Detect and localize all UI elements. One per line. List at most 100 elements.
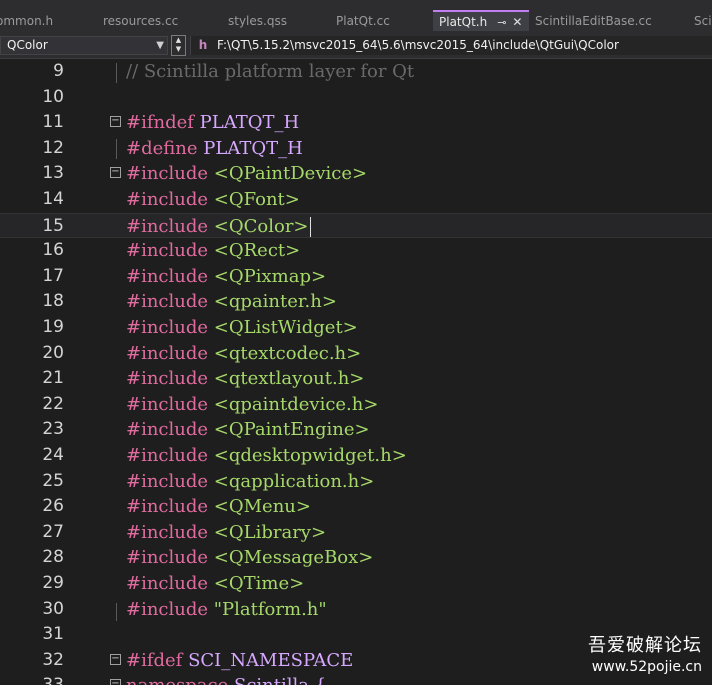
line-number: 17 xyxy=(42,265,64,286)
code-text: #define PLATQT_H xyxy=(126,136,303,161)
tab-label: Sci xyxy=(694,14,712,28)
code-text: #include <QPaintDevice> xyxy=(126,161,367,186)
code-text: #include <QTime> xyxy=(126,571,304,596)
watermark: 吾爱破解论坛 www.52pojie.cn xyxy=(588,631,702,675)
class-dropdown-value: QColor xyxy=(7,38,48,52)
include-target: <QFont> xyxy=(213,189,300,210)
code-editor[interactable]: 9 // Scintilla platform layer for Qt 10 11 −… xyxy=(0,59,712,685)
line-number: 24 xyxy=(42,445,64,465)
tab-platqt-h[interactable]: PlatQt.h ⊸ ✕ xyxy=(433,10,529,31)
code-line[interactable]: 10 xyxy=(0,85,712,111)
include-target: <qtextlayout.h> xyxy=(213,368,365,390)
code-line[interactable]: 23 #include <QPaintEngine> xyxy=(0,417,712,443)
arrow-down-icon[interactable]: ▼ xyxy=(172,45,185,54)
code-text: #include <QMenu> xyxy=(126,494,311,519)
code-line[interactable]: 29 #include <QTime> xyxy=(0,571,712,597)
line-number: 14 xyxy=(42,189,64,209)
include-target: <qapplication.h> xyxy=(213,470,375,492)
code-line[interactable]: 14 #include <QFont> xyxy=(0,187,712,213)
include-target: <QPixmap> xyxy=(213,265,327,287)
file-path-bar[interactable]: h F:\QT\5.15.2\msvc2015_64\5.6\msvc2015_6… xyxy=(190,36,712,55)
line-number: 25 xyxy=(42,470,64,491)
pin-icon[interactable]: ⊸ xyxy=(497,16,506,29)
tab-label: resources.cc xyxy=(103,14,179,28)
class-dropdown[interactable]: QColor ▼ xyxy=(0,36,168,55)
collapse-icon[interactable]: − xyxy=(110,167,121,179)
include-target: <qtextcodec.h> xyxy=(213,342,362,364)
code-line[interactable]: 18 #include <qpainter.h> xyxy=(0,289,712,315)
preprocessor-keyword: #include xyxy=(126,240,209,262)
include-target: <QMessageBox> xyxy=(213,547,374,569)
line-number: 11 xyxy=(42,112,64,133)
tab-styles-qss[interactable]: styles.qss xyxy=(228,10,287,33)
line-number: 26 xyxy=(42,496,64,517)
include-target: <QLibrary> xyxy=(213,521,327,543)
comment-text: // Scintilla platform layer for Qt xyxy=(126,61,415,82)
chevron-down-icon: ▼ xyxy=(156,40,164,51)
collapse-icon[interactable]: − xyxy=(110,679,121,685)
preprocessor-keyword: #include xyxy=(126,445,209,466)
preprocessor-keyword: #include xyxy=(126,496,209,518)
include-target: <QListWidget> xyxy=(213,317,358,338)
navigation-spinner[interactable]: ▲ ▼ xyxy=(171,35,186,56)
tab-label: PlatQt.cc xyxy=(336,14,390,28)
preprocessor-keyword: namespace xyxy=(126,675,228,685)
code-line[interactable]: 26 #include <QMenu> xyxy=(0,494,712,520)
file-path-text: F:\QT\5.15.2\msvc2015_64\5.6\msvc2015_64… xyxy=(217,38,619,52)
preprocessor-keyword: #include xyxy=(126,342,209,364)
code-line[interactable]: 21 #include <qtextlayout.h> xyxy=(0,366,712,392)
line-number: 30 xyxy=(42,598,64,619)
preprocessor-keyword: #include xyxy=(126,393,209,415)
tab-resources-cc[interactable]: resources.cc xyxy=(103,10,178,33)
tab-bar: ommon.h resources.cc styles.qss PlatQt.c… xyxy=(0,0,712,33)
text-caret xyxy=(309,216,311,237)
preprocessor-keyword: #include xyxy=(126,419,209,441)
line-number: 21 xyxy=(42,368,64,389)
code-line[interactable]: 17 #include <QPixmap> xyxy=(0,264,712,290)
arrow-up-icon[interactable]: ▲ xyxy=(172,36,185,45)
close-icon[interactable]: ✕ xyxy=(512,15,522,29)
include-target: <qpaintdevice.h> xyxy=(213,393,379,415)
code-line[interactable]: 16 #include <QRect> xyxy=(0,238,712,264)
tab-label: ScintillaEditBase.cc xyxy=(535,14,652,28)
include-target: <QPaintDevice> xyxy=(213,163,368,185)
tab-scintillaeditbase-cc[interactable]: ScintillaEditBase.cc xyxy=(535,10,652,33)
watermark-url: www.52pojie.cn xyxy=(591,659,702,675)
code-text: #include <QLibrary> xyxy=(126,520,326,545)
code-line[interactable]: 20 #include <qtextcodec.h> xyxy=(0,341,712,367)
line-number: 10 xyxy=(42,86,64,107)
code-line[interactable]: 13 − #include <QPaintDevice> xyxy=(0,161,712,187)
code-line[interactable]: 28 #include <QMessageBox> xyxy=(0,545,712,571)
tab-label: ommon.h xyxy=(0,14,54,28)
navigation-bar: QColor ▼ ▲ ▼ h F:\QT\5.15.2\msvc2015_64\5… xyxy=(0,33,712,59)
code-line[interactable]: 11 − #ifndef PLATQT_H xyxy=(0,110,712,136)
line-number: 19 xyxy=(42,317,64,337)
macro-identifier: PLATQT_H xyxy=(203,137,303,159)
tab-common-h[interactable]: ommon.h xyxy=(0,10,53,33)
preprocessor-keyword: #include xyxy=(126,215,209,237)
code-line[interactable]: 15 #include <QColor> xyxy=(0,212,712,239)
include-target: <QRect> xyxy=(213,240,301,262)
code-text: namespace Scintilla { xyxy=(126,673,326,685)
code-text: #include <qtextlayout.h> xyxy=(126,366,364,391)
code-line[interactable]: 9 // Scintilla platform layer for Qt xyxy=(0,59,712,85)
code-line[interactable]: 12 #define PLATQT_H xyxy=(0,136,712,162)
tab-platqt-cc[interactable]: PlatQt.cc xyxy=(336,10,390,33)
code-line[interactable]: 30 #include "Platform.h" xyxy=(0,597,712,623)
include-target: <qdesktopwidget.h> xyxy=(213,445,407,466)
code-line[interactable]: 33 −namespace Scintilla { xyxy=(0,673,712,685)
code-text: #ifdef SCI_NAMESPACE xyxy=(126,648,353,673)
code-line[interactable]: 24 #include <qdesktopwidget.h> xyxy=(0,443,712,469)
tab-label: styles.qss xyxy=(228,14,287,28)
collapse-icon[interactable]: − xyxy=(110,116,121,128)
code-text: #include <QRect> xyxy=(126,238,300,263)
code-line[interactable]: 25 #include <qapplication.h> xyxy=(0,469,712,495)
include-target: <QMenu> xyxy=(213,496,311,518)
tab-sci[interactable]: Sci xyxy=(694,10,712,33)
header-file-icon: h xyxy=(198,38,208,52)
collapse-icon[interactable]: − xyxy=(110,653,121,665)
code-line[interactable]: 22 #include <qpaintdevice.h> xyxy=(0,392,712,418)
code-line[interactable]: 19 #include <QListWidget> xyxy=(0,315,712,341)
macro-identifier: SCI_NAMESPACE xyxy=(188,649,354,671)
code-line[interactable]: 27 #include <QLibrary> xyxy=(0,520,712,546)
